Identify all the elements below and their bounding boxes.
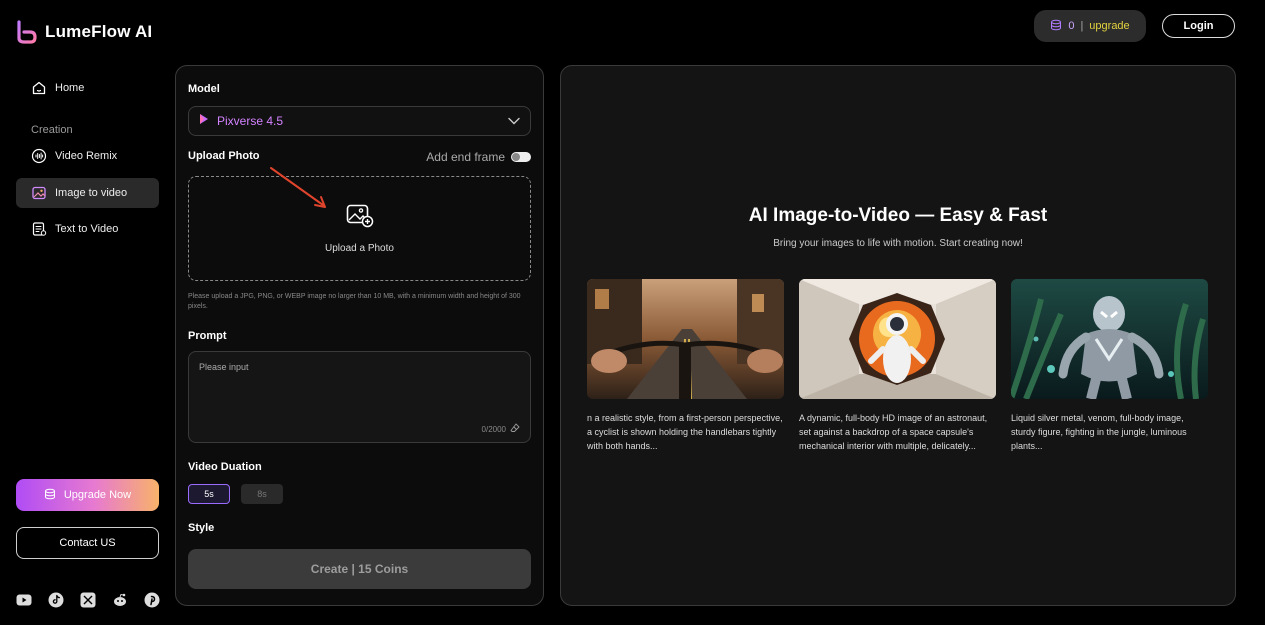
duration-5s-button[interactable]: 5s xyxy=(188,484,230,504)
prompt-label: Prompt xyxy=(188,330,227,342)
model-value: Pixverse 4.5 xyxy=(217,114,284,128)
sidebar-item-label: Text to Video xyxy=(55,223,119,235)
sidebar-item-video-remix[interactable]: Video Remix xyxy=(16,141,159,171)
upload-hint: Please upload a JPG, PNG, or WEBP image … xyxy=(188,293,521,310)
upload-photo-text: Upload a Photo xyxy=(325,242,394,254)
example-image-venom[interactable] xyxy=(1011,279,1208,399)
sidebar-item-text-to-video[interactable]: Text to Video xyxy=(16,214,159,244)
end-frame-control: Add end frame xyxy=(426,150,531,164)
prompt-counter-text: 0/2000 xyxy=(481,424,506,434)
showcase-title: AI Image-to-Video — Easy & Fast xyxy=(748,205,1048,226)
upgrade-link[interactable]: upgrade xyxy=(1089,20,1129,32)
example-image-cyclist[interactable] xyxy=(587,279,784,399)
contact-us-label: Contact US xyxy=(59,537,116,549)
brand-logo[interactable]: LumeFlow AI xyxy=(15,20,152,44)
example-card-venom[interactable]: Liquid silver metal, venom, full-body im… xyxy=(1011,279,1208,453)
contact-us-button[interactable]: Contact US xyxy=(16,527,159,559)
example-card-cyclist[interactable]: n a realistic style, from a first-person… xyxy=(587,279,784,453)
audio-wave-icon xyxy=(31,148,47,164)
example-image-astronaut[interactable] xyxy=(799,279,996,399)
duration-8s-button[interactable]: 8s xyxy=(241,484,283,504)
reddit-icon[interactable] xyxy=(112,592,128,608)
sidebar-item-label: Image to video xyxy=(55,187,128,199)
x-icon[interactable] xyxy=(80,592,96,608)
model-label: Model xyxy=(188,83,220,95)
chevron-down-icon xyxy=(508,112,520,130)
text-document-icon xyxy=(31,221,47,237)
upgrade-now-button[interactable]: Upgrade Now xyxy=(16,479,159,511)
style-label: Style xyxy=(188,522,215,534)
sidebar-item-home[interactable]: Home xyxy=(16,73,159,103)
create-button-label: Create | 15 Coins xyxy=(310,562,409,576)
add-image-icon xyxy=(346,204,374,233)
prompt-input[interactable] xyxy=(189,352,530,442)
home-icon xyxy=(31,80,47,96)
pinterest-icon[interactable] xyxy=(144,592,160,608)
generation-form-panel: Model Pixverse 4.5 Upload Photo Add end … xyxy=(175,65,544,606)
coin-stack-icon xyxy=(44,488,56,503)
showcase-subtitle: Bring your images to life with motion. S… xyxy=(773,238,1023,249)
login-label: Login xyxy=(1183,20,1214,32)
upgrade-now-label: Upgrade Now xyxy=(63,489,132,501)
lumeflow-logo-icon xyxy=(17,20,37,44)
youtube-icon[interactable] xyxy=(16,592,32,608)
model-select[interactable]: Pixverse 4.5 xyxy=(188,106,531,136)
image-icon xyxy=(31,185,47,201)
login-button[interactable]: Login xyxy=(1162,14,1235,38)
sidebar-item-label: Video Remix xyxy=(55,150,118,162)
coin-separator: | xyxy=(1080,20,1084,32)
sidebar-item-image-to-video[interactable]: Image to video xyxy=(16,178,159,208)
example-card-astronaut[interactable]: A dynamic, full-body HD image of an astr… xyxy=(799,279,996,453)
example-caption: A dynamic, full-body HD image of an astr… xyxy=(799,413,988,451)
pixverse-logo-icon xyxy=(199,112,209,130)
tiktok-icon[interactable] xyxy=(48,592,64,608)
showcase-panel: AI Image-to-Video — Easy & Fast Bring yo… xyxy=(560,65,1236,606)
example-caption: n a realistic style, from a first-person… xyxy=(587,413,783,451)
sidebar-section-creation: Creation xyxy=(31,124,73,136)
create-button[interactable]: Create | 15 Coins xyxy=(188,549,531,589)
coin-stack-icon xyxy=(1050,19,1062,34)
eraser-icon[interactable] xyxy=(510,423,520,435)
upload-photo-dropzone[interactable]: Upload a Photo xyxy=(188,176,531,281)
prompt-box: 0/2000 xyxy=(188,351,531,443)
coin-count: 0 xyxy=(1068,20,1075,32)
upload-photo-label: Upload Photo xyxy=(188,150,260,162)
example-caption: Liquid silver metal, venom, full-body im… xyxy=(1011,413,1187,451)
end-frame-toggle[interactable] xyxy=(511,152,531,162)
end-frame-label: Add end frame xyxy=(426,150,505,164)
video-duration-label: Video Duation xyxy=(188,461,262,473)
prompt-counter: 0/2000 xyxy=(482,423,520,435)
sidebar-item-label: Home xyxy=(55,82,85,94)
brand-name: LumeFlow AI xyxy=(45,22,153,41)
coin-balance: 0 | upgrade xyxy=(1034,10,1146,42)
social-links xyxy=(16,592,160,608)
